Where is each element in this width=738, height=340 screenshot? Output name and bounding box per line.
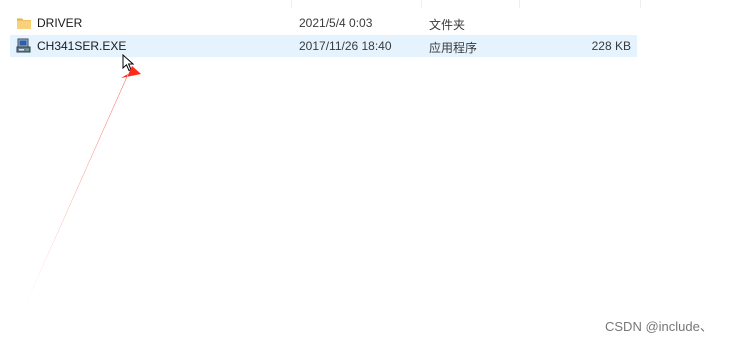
watermark-text: CSDN @include、: [605, 319, 713, 334]
annotation-arrow: [25, 57, 141, 306]
